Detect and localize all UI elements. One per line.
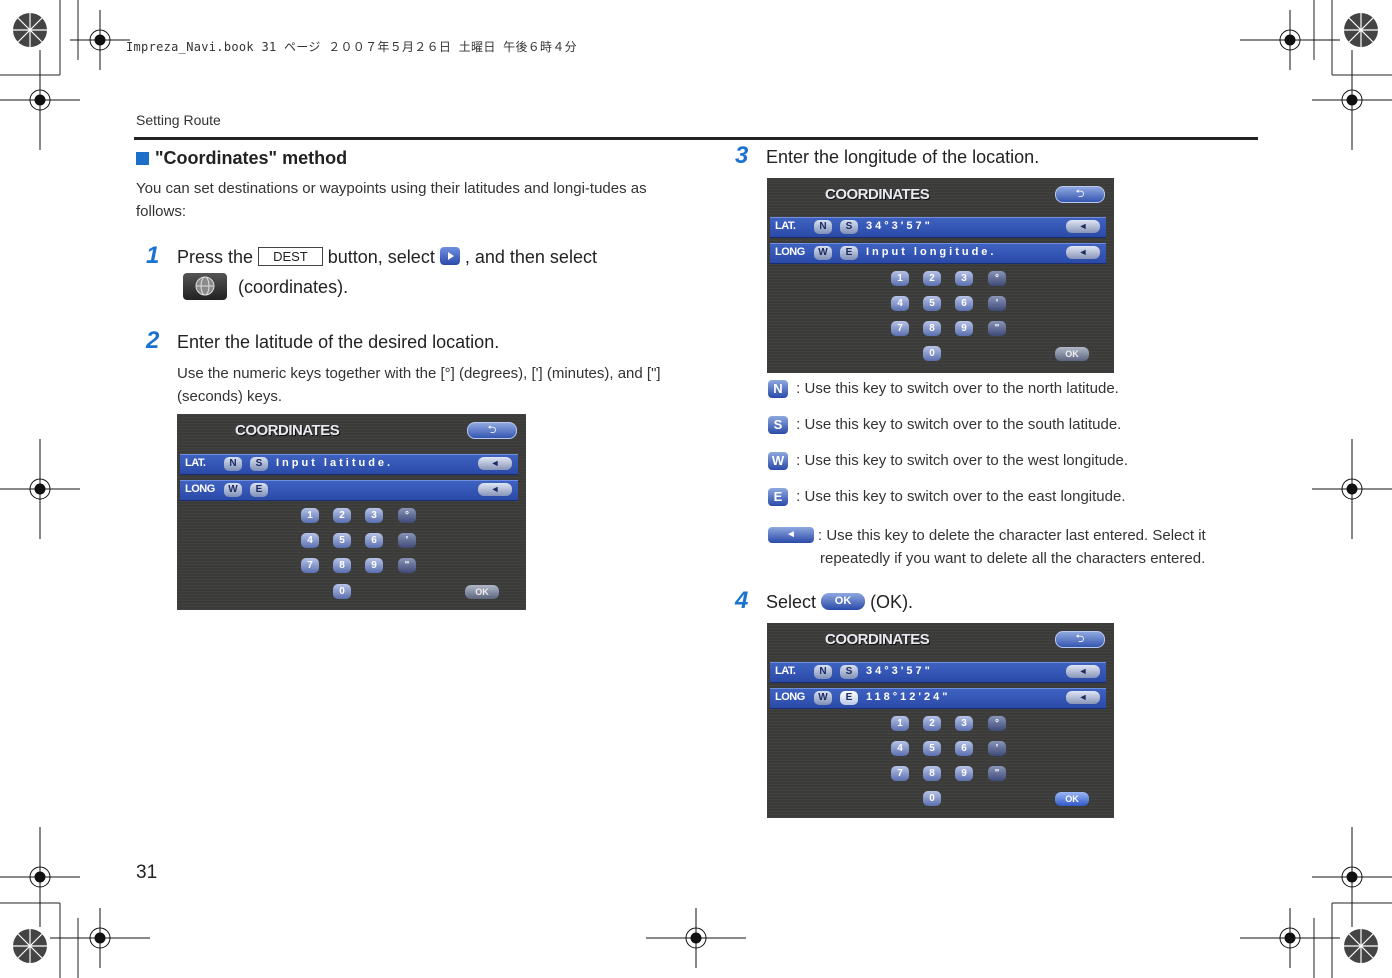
- step-1-line1: Press the DEST button, select , and then…: [177, 247, 597, 267]
- step-1-line2: (coordinates).: [183, 273, 348, 302]
- key-desc-s: S : Use this key to switch over to the s…: [768, 416, 1121, 435]
- long-row: LONG W E ◄: [180, 480, 518, 501]
- dest-button: DEST: [258, 247, 323, 266]
- intro-text: You can set destinations or waypoints us…: [136, 180, 647, 220]
- coordinates-screen-2: COORDINATES ⮌ LAT. N S 34°3'57" ◄ LONG W…: [767, 178, 1114, 373]
- coordinates-screen-3: COORDINATES ⮌ LAT. N S 34°3'57" ◄ LONG W…: [767, 623, 1114, 818]
- coordinates-screen-1: COORDINATES ⮌ LAT. N S Input latitude. ◄…: [177, 414, 526, 610]
- key-desc-n: N : Use this key to switch over to the n…: [768, 380, 1119, 399]
- square-bullet-icon: [136, 152, 149, 165]
- delete-key-icon: ◄: [768, 527, 814, 543]
- key-desc-e: E : Use this key to switch over to the e…: [768, 488, 1126, 507]
- key-desc-w: W : Use this key to switch over to the w…: [768, 452, 1128, 471]
- header-rule: [134, 137, 1258, 140]
- step-2-desc: Use the numeric keys together with the […: [177, 365, 661, 405]
- lat-row: LAT. N S Input latitude. ◄: [180, 454, 518, 475]
- key-desc-delete: ◄ : Use this key to delete the character…: [768, 524, 1258, 570]
- step-2-text: Enter the latitude of the desired locati…: [177, 332, 500, 352]
- back-button: ⮌: [467, 422, 517, 439]
- ok-button-icon: OK: [821, 592, 866, 610]
- step-2-number: 2: [146, 327, 160, 354]
- step-4-text: Select OK (OK).: [766, 592, 914, 612]
- page-number: 31: [136, 862, 158, 883]
- step-3-number: 3: [735, 142, 749, 169]
- step-3-text: Enter the longitude of the location.: [766, 147, 1040, 167]
- coordinates-globe-icon: [183, 273, 227, 300]
- step-4-number: 4: [735, 587, 749, 614]
- print-info: Impreza_Navi.book 31 ページ ２００７年５月２６日 土曜日 …: [126, 40, 577, 54]
- section-header: Setting Route: [136, 112, 221, 128]
- next-arrow-icon: [439, 247, 460, 266]
- section-title: "Coordinates" method: [136, 148, 347, 169]
- step-1-number: 1: [146, 242, 160, 269]
